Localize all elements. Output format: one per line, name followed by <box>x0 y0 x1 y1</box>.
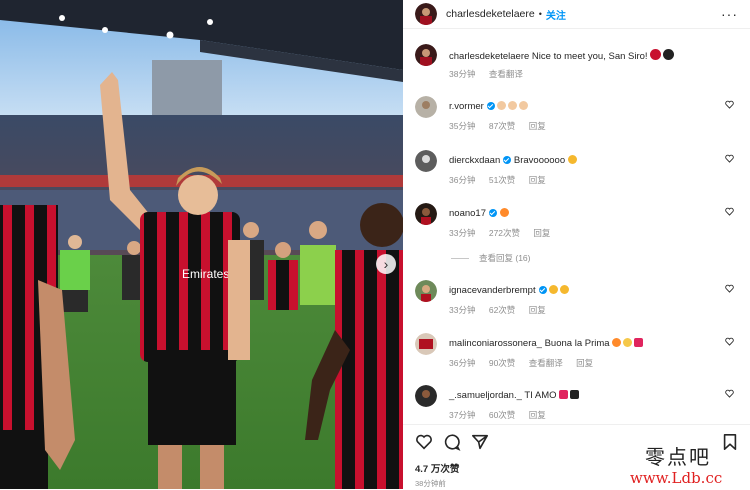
comment-time: 35分钟 <box>449 121 476 131</box>
caption-line: charlesdeketelaere Nice to meet you, San… <box>449 49 676 62</box>
reply-button[interactable]: 回复 <box>529 121 546 131</box>
like-comment-heart-icon[interactable] <box>725 337 734 346</box>
clap-emoji-icon <box>508 101 518 110</box>
view-replies-link[interactable]: 查看回复 (16) <box>451 252 530 264</box>
verified-badge-icon <box>488 209 497 217</box>
comment-text: TI AMO <box>524 390 557 401</box>
watermark-text: 零点吧 <box>645 445 711 469</box>
instagram-post-modal: Emirates › charlesdeketelaere • 关注 ··· c… <box>0 0 750 489</box>
avatar[interactable] <box>415 150 437 172</box>
see-translation-link[interactable]: 查看翻译 <box>489 69 523 79</box>
crying-emoji-icon <box>623 338 633 347</box>
post-author-username[interactable]: charlesdeketelaere <box>446 8 535 20</box>
like-comment-heart-icon[interactable] <box>725 154 734 163</box>
like-count[interactable]: 4.7 万次赞 <box>415 461 459 475</box>
share-send-icon[interactable] <box>471 433 489 451</box>
verified-badge-icon <box>486 102 495 110</box>
comment-username[interactable]: dierckxdaan <box>449 155 500 166</box>
comment-username[interactable]: malinconiarossonera_ <box>449 338 542 349</box>
post-sidebar: charlesdeketelaere • 关注 ··· charlesdeket… <box>403 0 750 489</box>
comment-username[interactable]: _.samueljordan._ <box>449 390 522 401</box>
watermark-url: www.Ldb.cc <box>630 469 723 487</box>
black-circle-emoji-icon <box>663 49 675 60</box>
caption-username[interactable]: charlesdeketelaere <box>449 51 529 62</box>
comment-time: 37分钟 <box>449 410 476 420</box>
comment-text: Buona la Prima <box>544 338 610 349</box>
red-heart-emoji-icon <box>559 390 569 399</box>
post-time-ago: 38分钟前 <box>415 479 446 488</box>
caption-text: Nice to meet you, San Siro! <box>531 51 648 62</box>
like-heart-icon[interactable] <box>415 433 433 451</box>
comment-time: 33分钟 <box>449 305 476 315</box>
comment-likes[interactable]: 87次赞 <box>489 121 515 131</box>
comment-text: Bravoooooo <box>513 155 566 166</box>
comment-time: 36分钟 <box>449 175 476 185</box>
verified-badge-icon <box>538 286 547 294</box>
clap-emoji-icon <box>497 101 507 110</box>
comment-likes[interactable]: 272次赞 <box>489 228 520 238</box>
post-header: charlesdeketelaere • 关注 ··· <box>403 0 750 29</box>
more-options-icon[interactable]: ··· <box>721 6 738 22</box>
svg-text:Emirates: Emirates <box>182 267 229 281</box>
avatar[interactable] <box>415 385 437 407</box>
comment-bubble-icon[interactable] <box>443 433 461 451</box>
reply-button[interactable]: 回复 <box>529 410 546 420</box>
avatar[interactable] <box>415 203 437 225</box>
avatar[interactable] <box>415 44 437 66</box>
avatar[interactable] <box>415 3 437 25</box>
reply-button[interactable]: 回复 <box>529 305 546 315</box>
like-comment-heart-icon[interactable] <box>725 100 734 109</box>
comment-likes[interactable]: 62次赞 <box>489 305 515 315</box>
star-eyes-emoji-icon <box>567 155 577 164</box>
verified-badge-icon <box>503 156 512 164</box>
comment-likes[interactable]: 90次赞 <box>489 358 515 368</box>
caption-meta: 38分钟 查看翻译 <box>449 68 534 80</box>
post-photo[interactable]: Emirates › <box>0 0 403 489</box>
reply-button[interactable]: 回复 <box>533 228 550 238</box>
star-eyes-emoji-icon <box>560 285 570 294</box>
comment-username[interactable]: noano17 <box>449 208 486 219</box>
caption-time: 38分钟 <box>449 69 476 79</box>
like-comment-heart-icon[interactable] <box>725 207 734 216</box>
star-eyes-emoji-icon <box>549 285 559 294</box>
next-photo-button[interactable]: › <box>376 254 396 274</box>
reply-button[interactable]: 回复 <box>529 175 546 185</box>
fire-emoji-icon <box>612 338 622 347</box>
clap-emoji-icon <box>519 101 529 110</box>
reply-button[interactable]: 回复 <box>576 358 593 368</box>
save-bookmark-icon[interactable] <box>722 433 738 451</box>
comment-time: 33分钟 <box>449 228 476 238</box>
avatar[interactable] <box>415 96 437 118</box>
separator-dot: • <box>538 9 542 19</box>
red-circle-emoji-icon <box>650 49 662 60</box>
avatar[interactable] <box>415 333 437 355</box>
like-comment-heart-icon[interactable] <box>725 389 734 398</box>
comment-likes[interactable]: 51次赞 <box>489 175 515 185</box>
comment-username[interactable]: r.vormer <box>449 101 484 112</box>
like-comment-heart-icon[interactable] <box>725 284 734 293</box>
red-heart-emoji-icon <box>634 338 644 347</box>
black-heart-emoji-icon <box>570 390 580 399</box>
comment-time: 36分钟 <box>449 358 476 368</box>
comments-list[interactable]: charlesdeketelaere Nice to meet you, San… <box>403 32 750 424</box>
avatar[interactable] <box>415 280 437 302</box>
fire-emoji-icon <box>499 208 509 217</box>
comment-likes[interactable]: 60次赞 <box>489 410 515 420</box>
comment-username[interactable]: ignacevanderbrempt <box>449 285 536 296</box>
see-translation-link[interactable]: 查看翻译 <box>529 358 563 368</box>
stadium-photo: Emirates <box>0 0 403 489</box>
follow-button[interactable]: 关注 <box>546 7 566 22</box>
